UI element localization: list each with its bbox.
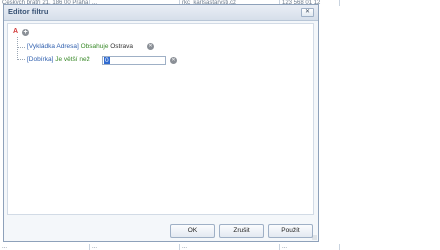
screen: Českých bratří 21, 186 00 Praha ... rkc_… [0,0,440,250]
close-button[interactable]: ✕ [301,8,314,17]
filter-editor-dialog: Editor filtru ✕ A + [Vykládka Adresa] Ob… [3,4,319,242]
condition-row: [Vykládka Adresa] Obsahuje Ostrava [27,42,133,51]
dialog-title: Editor filtru [8,7,49,16]
tree-connector [17,59,25,60]
condition-field[interactable]: [Dobírka] [27,56,53,63]
apply-button[interactable]: Použít [268,224,313,238]
condition-value[interactable]: Ostrava [110,43,133,50]
background-cell: ... [180,244,280,250]
condition-operator[interactable]: Obsahuje [81,43,109,50]
condition-value-input[interactable]: 0 [102,56,166,65]
cancel-button[interactable]: Zrušit [219,224,264,238]
condition-field[interactable]: [Vykládka Adresa] [27,43,79,50]
condition-row: [Dobírka] Je větší než [27,55,90,64]
background-cell: ... [0,244,90,250]
dialog-titlebar[interactable]: Editor filtru ✕ [4,5,318,21]
root-group-operator[interactable]: A [13,28,18,35]
background-cell: ... [280,244,340,250]
filter-tree-editor[interactable]: A + [Vykládka Adresa] Obsahuje Ostrava ✕… [7,23,314,215]
ok-button[interactable]: OK [170,224,215,238]
background-cell: ... [90,244,180,250]
condition-operator[interactable]: Je větší než [55,56,90,63]
add-condition-icon[interactable]: + [22,29,29,36]
background-grid-row: ... ... ... ... [0,244,440,250]
close-icon: ✕ [304,9,311,15]
condition-value-text: 0 [104,57,110,64]
tree-connector [17,47,25,48]
remove-condition-icon[interactable]: ✕ [170,57,177,64]
resize-grip-icon[interactable] [312,235,317,240]
remove-condition-icon[interactable]: ✕ [147,43,154,50]
